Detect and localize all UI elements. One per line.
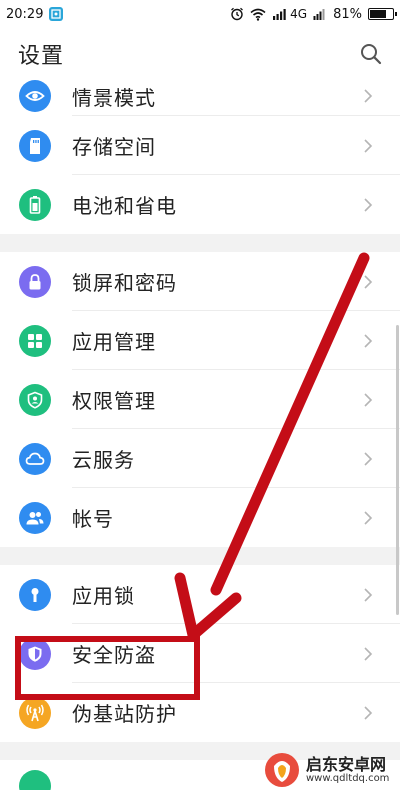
battery-icon <box>368 8 397 20</box>
users-icon <box>26 511 44 524</box>
battery-percentage: 81% <box>333 6 362 22</box>
settings-item-label: 云服务 <box>72 448 135 472</box>
watermark-name: 启东安卓网 <box>306 754 387 774</box>
settings-item-label: 锁屏和密码 <box>72 271 177 295</box>
cloud-icon <box>25 452 45 465</box>
settings-item-lockscreen[interactable]: 锁屏和密码 <box>0 252 400 311</box>
annotation-highlight-box <box>15 636 200 700</box>
settings-item-permissions[interactable]: 权限管理 <box>0 370 400 429</box>
signal-tower-icon <box>26 704 44 721</box>
watermark-logo-icon <box>265 753 299 787</box>
settings-item-storage[interactable]: 存储空间 <box>0 116 400 175</box>
chevron-right-icon <box>356 587 380 603</box>
scanner-app-icon <box>49 7 64 21</box>
settings-item-cloud-service[interactable]: 云服务 <box>0 429 400 488</box>
scrollbar-thumb[interactable] <box>396 325 399 615</box>
settings-item-label: 帐号 <box>72 507 114 531</box>
chevron-right-icon <box>356 646 380 662</box>
chevron-right-icon <box>356 510 380 526</box>
settings-item-battery[interactable]: 电池和省电 <box>0 175 400 234</box>
sd-card-icon <box>30 137 40 154</box>
watermark: 启东安卓网 www.qdltdq.com <box>264 746 394 794</box>
settings-item-label: 应用锁 <box>72 584 135 608</box>
row-icon-bg <box>19 80 51 112</box>
chevron-right-icon <box>356 197 380 213</box>
row-icon-bg <box>19 770 51 790</box>
signal-icon-secondary <box>313 9 325 20</box>
status-bar: 20:29 4G 81% <box>0 0 400 28</box>
battery-icon <box>29 195 41 214</box>
settings-item-app-lock[interactable]: 应用锁 <box>0 565 400 624</box>
chevron-right-icon <box>356 333 380 349</box>
settings-item-scene-mode[interactable]: 情景模式 <box>0 76 400 116</box>
battery-fill <box>370 10 386 18</box>
lock-icon <box>29 273 41 289</box>
chevron-right-icon <box>356 392 380 408</box>
settings-item-label: 情景模式 <box>72 85 156 110</box>
row-icon-bg <box>19 442 51 475</box>
group-separator <box>0 234 400 252</box>
watermark-text: 启东安卓网 www.qdltdq.com <box>306 756 389 785</box>
search-icon <box>361 43 382 64</box>
settings-item-account[interactable]: 帐号 <box>0 488 400 547</box>
chevron-right-icon <box>356 138 380 154</box>
status-left: 20:29 <box>6 6 64 22</box>
row-icon-bg <box>19 129 51 162</box>
network-type: 4G <box>290 7 308 21</box>
group-separator <box>0 547 400 565</box>
row-icon-bg <box>19 383 51 416</box>
keyhole-icon <box>31 587 39 602</box>
row-icon-bg <box>19 265 51 298</box>
chevron-right-icon <box>356 451 380 467</box>
watermark-url: www.qdltdq.com <box>306 773 390 785</box>
wifi-icon <box>250 8 266 21</box>
status-time: 20:29 <box>6 6 44 22</box>
row-icon-bg <box>19 501 51 534</box>
row-icon-bg <box>19 578 51 611</box>
search-button[interactable] <box>360 43 382 65</box>
settings-item-label: 伪基站防护 <box>72 702 177 726</box>
page-title: 设置 <box>18 43 65 69</box>
settings-item-label: 电池和省电 <box>72 194 177 218</box>
status-right: 4G 81% <box>230 6 397 22</box>
settings-item-label: 权限管理 <box>72 389 156 413</box>
grid-apps-icon <box>28 333 42 348</box>
settings-item-label: 应用管理 <box>72 330 156 354</box>
app-header: 设置 <box>0 28 400 80</box>
chevron-right-icon <box>356 705 380 721</box>
settings-item-label: 存储空间 <box>72 135 156 159</box>
chevron-right-icon <box>356 88 380 104</box>
shield-user-icon <box>27 391 43 409</box>
alarm-icon <box>231 7 244 21</box>
settings-group-2: 锁屏和密码 应用管理 权限管理 云服务 帐号 <box>0 252 400 547</box>
row-icon-bg <box>19 324 51 357</box>
row-icon-bg <box>19 188 51 221</box>
row-icon-bg <box>19 696 51 729</box>
chevron-right-icon <box>356 274 380 290</box>
eye-icon <box>25 91 45 101</box>
settings-group-1: 情景模式 存储空间 电池和省电 <box>0 76 400 234</box>
signal-icon <box>273 9 286 20</box>
settings-item-app-management[interactable]: 应用管理 <box>0 311 400 370</box>
